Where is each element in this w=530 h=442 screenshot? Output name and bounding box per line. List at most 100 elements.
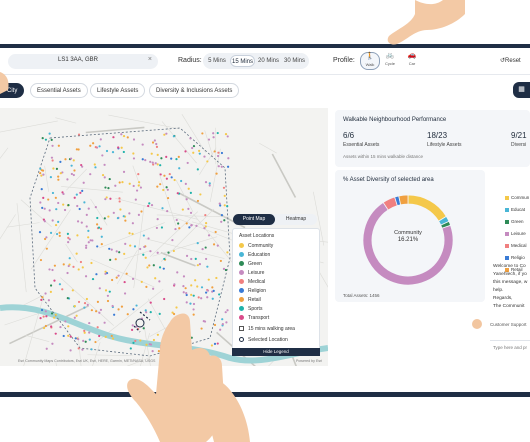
- radius-option-30[interactable]: 30 Mins: [282, 55, 307, 67]
- total-assets: Total Assets: 1456: [343, 293, 380, 298]
- reset-button[interactable]: ↺Reset: [500, 57, 521, 64]
- diversity-legend-item: Medical: [505, 243, 527, 248]
- hide-legend-button[interactable]: Hide Legend: [232, 348, 320, 356]
- asset-point: [110, 334, 113, 338]
- stat-lifestyle-label: Lifestyle Assets: [427, 142, 462, 148]
- radius-option-20[interactable]: 20 Mins: [256, 55, 281, 67]
- asset-point: [185, 301, 188, 304]
- asset-point: [189, 302, 192, 305]
- asset-point: [81, 348, 84, 351]
- asset-point: [123, 252, 126, 255]
- asset-point: [103, 217, 106, 220]
- asset-point: [50, 138, 53, 142]
- diversity-legend-label: Green: [511, 219, 524, 224]
- asset-point: [132, 157, 136, 160]
- asset-point: [129, 244, 132, 247]
- asset-point: [148, 264, 151, 267]
- asset-point: [222, 267, 226, 270]
- asset-point: [224, 268, 228, 272]
- asset-point: [64, 320, 67, 323]
- asset-point: [40, 298, 43, 301]
- asset-point: [214, 230, 217, 234]
- performance-title: Walkable Neighbourhood Performance: [343, 117, 447, 123]
- asset-point: [51, 268, 54, 272]
- asset-point: [220, 151, 224, 155]
- clear-icon[interactable]: ×: [148, 56, 152, 63]
- asset-point: [50, 312, 54, 315]
- asset-point: [66, 271, 69, 275]
- tab-diversity-inclusions-assets[interactable]: Diversity & Inclusions Assets: [149, 83, 240, 98]
- diversity-legend-item: Educat: [505, 207, 525, 212]
- map-road: [158, 172, 177, 226]
- asset-point: [87, 207, 90, 210]
- asset-point: [182, 285, 185, 288]
- profile-cycle-button[interactable]: 🚲 Cycle: [380, 52, 400, 70]
- chat-agent: Customer Support: [472, 318, 530, 332]
- asset-point: [147, 204, 150, 208]
- asset-point: [170, 157, 173, 160]
- asset-point: [96, 300, 100, 303]
- asset-point: [172, 249, 175, 253]
- location-search-input[interactable]: LS1 3AA, GBR ×: [8, 54, 158, 69]
- asset-point: [54, 332, 57, 335]
- avatar: [472, 319, 482, 329]
- asset-point: [53, 264, 56, 267]
- tab-essential-assets[interactable]: Essential Assets: [30, 83, 88, 98]
- target-icon: [239, 337, 244, 342]
- asset-point: [99, 138, 102, 141]
- profile-walk-button[interactable]: 🚶 Walk: [360, 52, 380, 70]
- legend-dot-icon: [239, 261, 244, 266]
- asset-point: [104, 289, 108, 292]
- asset-point: [124, 242, 127, 245]
- asset-point: [139, 247, 142, 251]
- powered-by-esri: Powered by Esri: [296, 359, 323, 363]
- radius-option-5[interactable]: 5 Mins: [205, 55, 229, 67]
- asset-point: [160, 226, 164, 229]
- radius-option-15[interactable]: 15 Mins: [230, 55, 255, 67]
- asset-point: [122, 170, 126, 173]
- donut-slice-community[interactable]: [407, 194, 447, 222]
- asset-point: [51, 144, 54, 147]
- legend-item-leisure: Leisure: [239, 270, 264, 276]
- asset-point: [178, 167, 181, 170]
- point-map-button[interactable]: Point Map: [233, 214, 275, 225]
- asset-point: [152, 287, 155, 290]
- stat-diversity-value: 9/21: [511, 131, 527, 140]
- asset-point: [61, 288, 64, 291]
- asset-point: [94, 166, 97, 169]
- asset-point: [39, 167, 42, 170]
- asset-point: [49, 176, 52, 179]
- heatmap-button[interactable]: Heatmap: [275, 214, 317, 225]
- asset-point: [62, 334, 65, 338]
- asset-point: [115, 250, 118, 253]
- asset-point: [79, 260, 83, 264]
- asset-point: [99, 308, 103, 311]
- asset-point: [55, 208, 58, 211]
- asset-point: [57, 220, 60, 224]
- asset-point: [96, 223, 99, 226]
- legend-item-medical: Medical: [239, 279, 265, 285]
- legend-dot-icon: [239, 252, 244, 257]
- asset-point: [118, 157, 121, 160]
- asset-point: [105, 149, 109, 153]
- asset-point: [42, 326, 46, 330]
- asset-point: [181, 208, 184, 211]
- report-icon-button[interactable]: ▦: [513, 82, 530, 98]
- asset-point: [195, 224, 198, 227]
- asset-point: [83, 306, 86, 309]
- asset-point: [159, 173, 162, 176]
- profile-car-button[interactable]: 🚗 Car: [402, 52, 422, 70]
- asset-point: [122, 215, 125, 218]
- asset-point: [189, 137, 192, 140]
- chat-input[interactable]: Type here and pr: [490, 340, 530, 354]
- asset-point: [196, 264, 199, 267]
- donut-slice-retail[interactable]: [398, 194, 409, 206]
- asset-point: [128, 212, 131, 215]
- asset-point: [89, 239, 92, 242]
- asset-point: [90, 309, 93, 312]
- asset-point: [217, 165, 220, 168]
- asset-point: [144, 159, 147, 162]
- asset-point: [106, 299, 110, 303]
- asset-point: [173, 178, 176, 182]
- tab-lifestyle-assets[interactable]: Lifestyle Assets: [90, 83, 146, 98]
